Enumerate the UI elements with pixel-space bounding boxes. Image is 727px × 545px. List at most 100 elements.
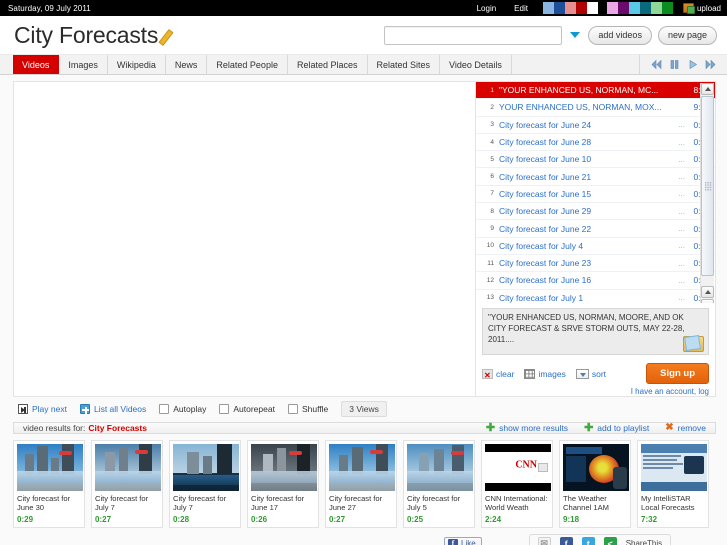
playlist-item[interactable]: 12 City forecast for June 16 ... 0:30	[476, 272, 715, 290]
video-result-title: The Weather Channel 1AM	[563, 494, 610, 513]
facebook-share-icon[interactable]: f	[559, 537, 573, 545]
video-player-stage[interactable]	[13, 81, 475, 397]
color-swatch[interactable]	[564, 2, 576, 14]
playlist-item-title: "YOUR ENHANCED US, NORMAN, MC...	[499, 85, 659, 96]
color-swatch[interactable]	[617, 2, 629, 14]
edit-link[interactable]: Edit	[505, 4, 537, 13]
color-swatch[interactable]	[650, 2, 662, 14]
fast-forward-icon[interactable]	[705, 59, 716, 70]
email-share-icon[interactable]: ✉	[537, 537, 551, 545]
tab-wikipedia[interactable]: Wikipedia	[107, 55, 166, 74]
play-icon[interactable]	[687, 59, 698, 70]
playlist-item[interactable]: 2 YOUR ENHANCED US, NORMAN, MOX... 9:22	[476, 99, 715, 117]
video-result-duration: 0:27	[95, 515, 112, 524]
playlist-item[interactable]: 10 City forecast for July 4 ... 0:33	[476, 238, 715, 255]
search-input[interactable]	[384, 25, 563, 45]
scrollbar-track[interactable]	[701, 95, 714, 286]
tab-related-places[interactable]: Related Places	[287, 55, 368, 74]
scrollbar-thumb[interactable]	[701, 96, 714, 276]
video-result-card[interactable]: CNN CNN International: World Weath 2:24	[481, 440, 553, 528]
playlist-item[interactable]: 3 City forecast for June 24 ... 0:28	[476, 117, 715, 134]
video-result-card[interactable]: City forecast for June 17 0:26	[247, 440, 319, 528]
video-result-card[interactable]: City forecast for July 7 0:27	[91, 440, 163, 528]
existing-account-link[interactable]: I have an account, log	[476, 387, 709, 396]
playlist-item-number: 3	[490, 121, 494, 129]
video-thumbnail	[563, 444, 629, 491]
playlist-item[interactable]: 13 City forecast for July 1 ... 0:28	[476, 290, 715, 304]
clear-button[interactable]: clear	[482, 368, 514, 380]
playlist-item[interactable]: 6 City forecast for June 21 ... 0:28	[476, 168, 715, 186]
sort-select[interactable]: sort	[575, 368, 606, 379]
facebook-like-button[interactable]: f Like	[444, 536, 482, 545]
playlist-item[interactable]: 11 City forecast for June 23 ... 0:32	[476, 255, 715, 273]
header-actions: add videos new page	[384, 25, 717, 45]
playlist-item-number: 9	[490, 225, 494, 233]
view-count-badge: 3 Views	[341, 401, 387, 417]
playlist-item-dots: ...	[678, 154, 685, 164]
checkbox-icon	[219, 404, 230, 414]
show-more-results-button[interactable]: ✚ show more results	[485, 422, 568, 434]
new-page-button[interactable]: new page	[657, 25, 717, 45]
color-swatch[interactable]	[575, 2, 587, 14]
play-next-button[interactable]: Play next	[18, 404, 67, 414]
color-swatch[interactable]	[628, 2, 640, 14]
chevron-up-icon	[704, 290, 711, 294]
scroll-down-button[interactable]	[701, 299, 714, 304]
playlist-item[interactable]: 5 City forecast for June 10 ... 0:37	[476, 151, 715, 169]
tab-images[interactable]: Images	[59, 55, 108, 74]
playlist-items[interactable]: 1 "YOUR ENHANCED US, NORMAN, MC... 8:25 …	[476, 82, 715, 304]
scroll-up-small-button[interactable]	[701, 286, 714, 298]
autoplay-checkbox[interactable]: Autoplay	[159, 404, 206, 414]
color-swatch[interactable]	[661, 2, 673, 14]
color-swatch[interactable]	[553, 2, 565, 14]
mail-envelope-icon[interactable]	[683, 336, 704, 352]
color-swatch[interactable]	[606, 2, 618, 14]
playlist-item[interactable]: 1 "YOUR ENHANCED US, NORMAN, MC... 8:25	[476, 82, 715, 100]
playlist-item[interactable]: 8 City forecast for June 29 ... 0:34	[476, 203, 715, 221]
add-to-playlist-button[interactable]: ✚ add to playlist	[584, 423, 649, 434]
video-result-card[interactable]: City forecast for June 30 0:29	[13, 440, 85, 528]
tab-videos[interactable]: Videos	[13, 55, 60, 74]
autorepeat-checkbox[interactable]: Autorepeat	[219, 404, 275, 414]
color-swatch[interactable]	[586, 2, 598, 14]
playlist-item[interactable]: 7 City forecast for June 15 ... 0:27	[476, 186, 715, 204]
login-link[interactable]: Login	[468, 4, 506, 13]
twitter-share-icon[interactable]: t	[581, 537, 595, 545]
playlist-item-dots: ...	[678, 293, 685, 303]
upload-button[interactable]: upload	[682, 3, 721, 14]
sharethis-icon[interactable]: <	[603, 537, 617, 545]
add-videos-button[interactable]: add videos	[588, 25, 652, 45]
plus-icon: ✚	[485, 422, 496, 434]
rewind-icon[interactable]	[651, 59, 662, 70]
video-result-card[interactable]: City forecast for June 27 0:27	[325, 440, 397, 528]
shuffle-checkbox[interactable]: Shuffle	[287, 404, 328, 414]
tab-video-details[interactable]: Video Details	[440, 55, 512, 74]
scroll-up-button[interactable]	[701, 83, 714, 95]
tab-related-sites[interactable]: Related Sites	[367, 55, 441, 74]
color-swatch[interactable]	[542, 2, 554, 14]
video-result-card[interactable]: City forecast for July 7 0:28	[169, 440, 241, 528]
chevron-down-icon[interactable]	[570, 32, 581, 38]
color-swatch-palette[interactable]	[542, 2, 673, 14]
video-description-text: "YOUR ENHANCED US, NORMAN, MOORE, AND OK…	[488, 313, 685, 344]
color-swatch[interactable]	[639, 2, 651, 14]
playlist-scrollbar[interactable]	[700, 83, 714, 304]
tab-related-people[interactable]: Related People	[207, 55, 288, 74]
tab-news[interactable]: News	[165, 55, 208, 74]
pencil-edit-icon[interactable]	[161, 27, 177, 43]
playlist-item[interactable]: 4 City forecast for June 28 ... 0:29	[476, 134, 715, 152]
signup-button[interactable]: Sign up	[646, 363, 709, 384]
player-and-playlist: 1 "YOUR ENHANCED US, NORMAN, MC... 8:25 …	[13, 81, 716, 397]
video-result-card[interactable]: My IntelliSTAR Local Forecasts 7:32	[637, 440, 709, 528]
remove-button[interactable]: ✖ remove	[665, 423, 706, 434]
page-body: 1 "YOUR ENHANCED US, NORMAN, MC... 8:25 …	[0, 75, 727, 545]
video-result-card[interactable]: The Weather Channel 1AM 9:18	[559, 440, 631, 528]
video-result-title: City forecast for June 27	[329, 494, 383, 513]
video-result-card[interactable]: City forecast for July 5 0:25	[403, 440, 475, 528]
images-toggle-button[interactable]: images	[524, 368, 566, 379]
player-controls-bar: Play next List all Videos Autoplay Autor…	[13, 401, 716, 417]
pause-icon[interactable]	[669, 59, 680, 70]
top-utility-bar: Saturday, 09 July 2011 Login Edit upload	[0, 0, 727, 16]
list-all-videos-button[interactable]: List all Videos	[79, 404, 146, 414]
playlist-item[interactable]: 9 City forecast for June 22 ... 0:31	[476, 220, 715, 238]
